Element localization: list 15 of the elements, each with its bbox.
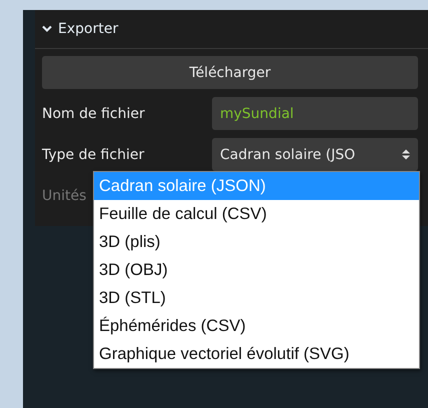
dropdown-option[interactable]: Feuille de calcul (CSV) xyxy=(94,200,419,228)
dropdown-option[interactable]: 3D (plis) xyxy=(94,228,419,256)
field-label: Type de fichier xyxy=(42,146,146,162)
dropdown-option[interactable]: Graphique vectoriel évolutif (SVG) xyxy=(94,340,419,368)
field-label: Unités xyxy=(42,188,88,204)
field-label: Nom de fichier xyxy=(42,106,146,122)
section-title: Exporter xyxy=(58,21,118,37)
dropdown-option[interactable]: Éphémérides (CSV) xyxy=(94,312,419,340)
file-type-select[interactable]: Cadran solaire (JSO xyxy=(212,138,418,171)
download-button[interactable]: Télécharger xyxy=(42,56,418,89)
filename-field[interactable]: mySundial xyxy=(212,97,418,130)
updown-icon xyxy=(402,149,410,160)
dropdown-option[interactable]: 3D (STL) xyxy=(94,284,419,312)
dropdown-option[interactable]: 3D (OBJ) xyxy=(94,256,419,284)
section-header[interactable]: Exporter xyxy=(35,10,428,49)
